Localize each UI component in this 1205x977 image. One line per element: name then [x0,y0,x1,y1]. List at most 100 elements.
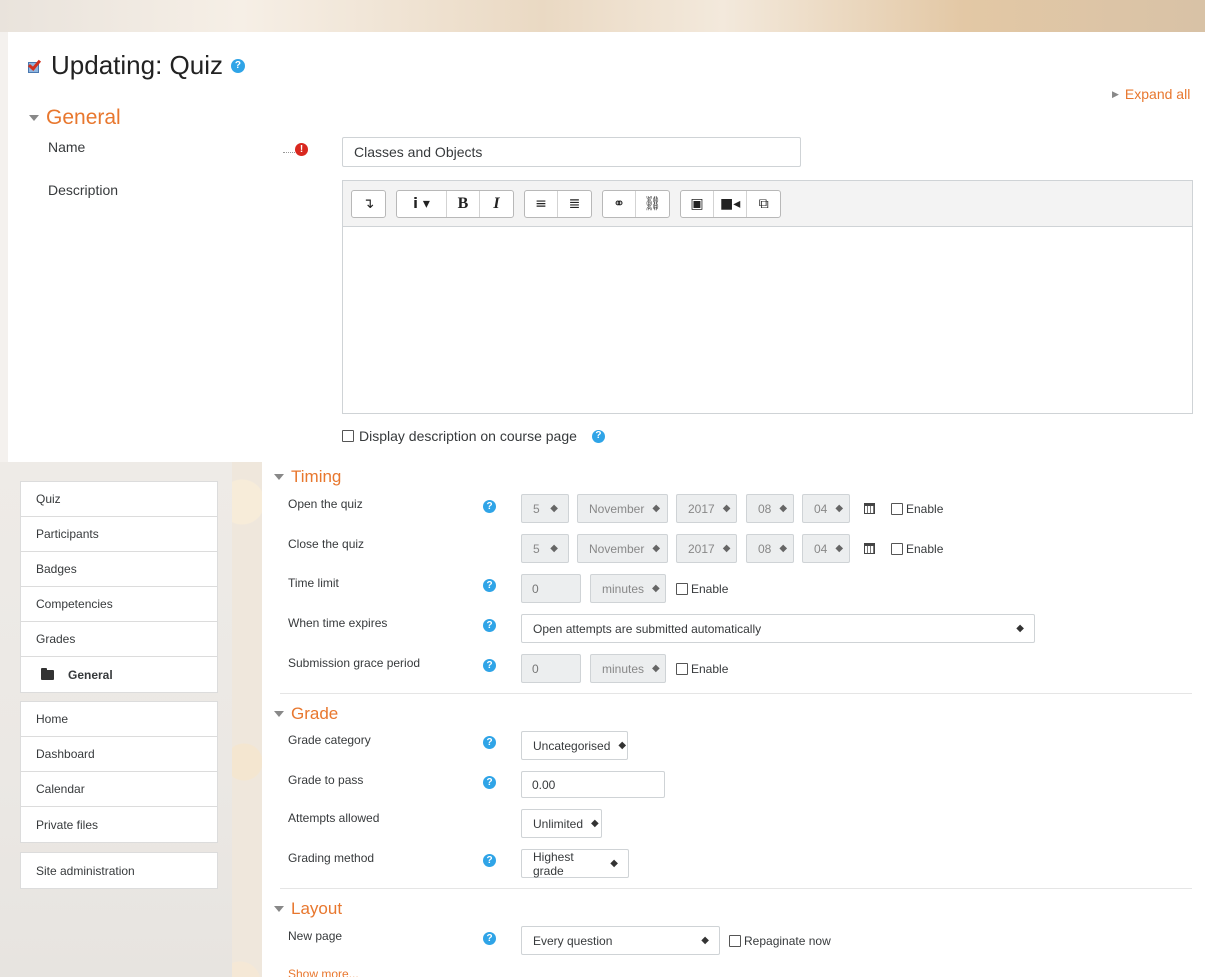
help-icon[interactable]: ? [483,736,496,749]
when-time-expires-select[interactable]: Open attempts are submitted automaticall… [521,614,1035,643]
help-icon[interactable]: ? [483,776,496,789]
grace-period-unit-select[interactable]: minutes ◆ [590,654,666,683]
help-icon[interactable]: ? [483,854,496,867]
section-layout-header[interactable]: Layout [274,899,342,919]
help-icon[interactable]: ? [483,619,496,632]
time-limit-unit-select[interactable]: minutes ◆ [590,574,666,603]
time-limit-enable-option[interactable]: Enable [676,582,728,596]
open-enable-checkbox[interactable] [891,503,903,515]
section-timing-header[interactable]: Timing [274,467,341,487]
triangle-right-icon: ▶ [1112,88,1119,99]
open-year-select[interactable]: 2017 ◆ [676,494,737,523]
section-divider [280,888,1192,889]
sidebar-item-dashboard[interactable]: Dashboard [21,737,217,772]
close-day-select[interactable]: 5 ◆ [521,534,569,563]
link-button[interactable]: ⚭ [603,190,636,217]
unlink-button[interactable]: ⛓ [636,191,669,217]
show-more-link[interactable]: Show more... [288,967,359,977]
enable-label: Enable [691,582,729,596]
display-description-option[interactable]: Display description on course page ? [342,428,605,444]
select-value: minutes [602,581,645,596]
help-icon[interactable]: ? [483,579,496,592]
select-value: 08 [758,501,772,516]
sidebar-item-calendar[interactable]: Calendar [21,772,217,807]
open-minute-select[interactable]: 04 ◆ [802,494,850,523]
sort-arrows-icon: ◆ [652,503,661,514]
grading-method-select[interactable]: Highest grade ◆ [521,849,629,878]
close-hour-select[interactable]: 08 ◆ [746,534,794,563]
sidebar-item-private-files[interactable]: Private files [21,807,217,842]
section-general-title: General [46,106,121,129]
description-editor[interactable]: ↴ i ▾ B I ≡ ≣ ⚭ ⛓ ▣ ■◂ ⧉ [342,180,1193,414]
sort-arrows-icon: ◆ [722,543,731,554]
grading-method-label: Grading method [288,851,375,865]
time-limit-input[interactable] [521,574,581,603]
sidebar-item-participants[interactable]: Participants [21,517,217,552]
sidebar-item-general[interactable]: General [21,657,217,692]
open-enable-option[interactable]: Enable [891,502,943,516]
expand-all-label: Expand all [1124,86,1191,102]
ordered-list-button[interactable]: ≣ [558,191,591,217]
help-icon[interactable]: ? [591,429,605,443]
grace-enable-checkbox[interactable] [676,663,688,675]
collapse-toolbar-button[interactable]: ↴ [352,191,385,217]
new-page-label: New page [288,929,343,943]
image-button[interactable]: ▣ [681,190,714,217]
open-day-select[interactable]: 5 ◆ [521,494,569,523]
select-value: Unlimited [533,816,584,831]
grace-period-input[interactable] [521,654,581,683]
sidebar-item-site-administration[interactable]: Site administration [21,853,217,888]
new-page-select[interactable]: Every question ◆ [521,926,720,955]
grade-to-pass-label: Grade to pass [288,773,364,787]
close-minute-select[interactable]: 04 ◆ [802,534,850,563]
help-icon[interactable]: ? [483,932,496,945]
select-value: Every question [533,933,613,948]
toolbar-group-media: ▣ ■◂ ⧉ [680,189,782,218]
expand-all-link[interactable]: ▶ Expand all [1112,86,1190,102]
media-button[interactable]: ■◂ [714,190,748,217]
italic-button[interactable]: I [480,191,513,217]
calendar-icon[interactable] [864,543,875,554]
sidebar-item-label: General [68,667,113,682]
help-icon[interactable]: ? [230,58,245,73]
sidebar-item-badges[interactable]: Badges [21,552,217,587]
bold-button[interactable]: B [447,190,480,217]
unordered-list-button[interactable]: ≡ [525,190,558,217]
display-description-checkbox[interactable] [342,430,354,442]
grade-to-pass-input[interactable] [521,771,665,798]
admin-nav-panel: Site administration [20,852,218,889]
select-value: November [589,501,645,516]
sidebar-item-quiz[interactable]: Quiz [21,482,217,517]
quiz-name-input[interactable] [342,137,801,167]
grade-category-select[interactable]: Uncategorised ◆ [521,731,628,760]
help-icon[interactable]: ? [483,659,496,672]
close-year-select[interactable]: 2017 ◆ [676,534,737,563]
manage-files-button[interactable]: ⧉ [747,191,780,217]
open-month-select[interactable]: November ◆ [577,494,668,523]
help-icon[interactable]: ? [483,500,496,513]
grace-enable-option[interactable]: Enable [676,662,728,676]
sidebar-item-home[interactable]: Home [21,702,217,737]
repaginate-option[interactable]: Repaginate now [729,934,831,948]
close-enable-option[interactable]: Enable [891,542,943,556]
select-value: Open attempts are submitted automaticall… [533,621,762,636]
when-time-expires-label: When time expires [288,616,388,630]
sort-arrows-icon: ◆ [591,818,599,829]
close-month-select[interactable]: November ◆ [577,534,668,563]
close-enable-checkbox[interactable] [891,543,903,555]
open-hour-select[interactable]: 08 ◆ [746,494,794,523]
section-grade-header[interactable]: Grade [274,704,338,724]
toolbar-group-links: ⚭ ⛓ [602,189,670,218]
section-general-header[interactable]: General [29,106,121,130]
sidebar-item-competencies[interactable]: Competencies [21,587,217,622]
attempts-allowed-select[interactable]: Unlimited ◆ [521,809,602,838]
select-value: November [589,541,645,556]
paragraph-style-button[interactable]: i ▾ [397,190,447,217]
calendar-icon[interactable] [864,503,875,514]
sort-arrows-icon: ◆ [550,543,558,554]
sidebar-item-grades[interactable]: Grades [21,622,217,657]
open-quiz-label: Open the quiz [288,497,363,511]
repaginate-checkbox[interactable] [729,935,741,947]
sort-arrows-icon: ◆ [610,858,618,869]
time-limit-enable-checkbox[interactable] [676,583,688,595]
